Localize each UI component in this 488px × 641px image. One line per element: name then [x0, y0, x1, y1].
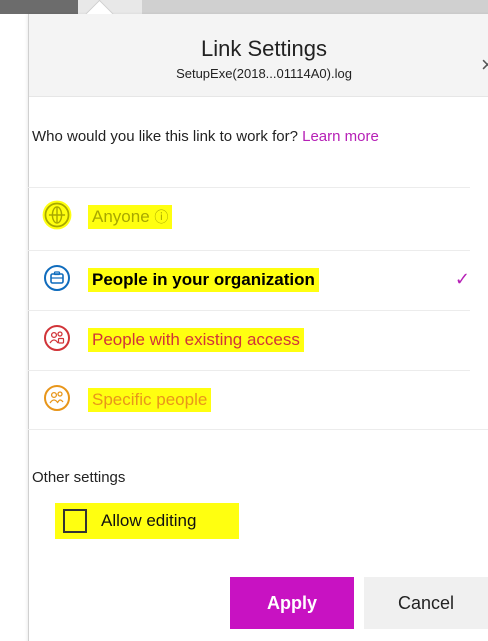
- apply-button[interactable]: Apply: [230, 577, 354, 629]
- question-text: Who would you like this link to work for…: [32, 128, 298, 145]
- option-existing-access[interactable]: People with existing access: [28, 310, 470, 369]
- allow-editing-label: Allow editing: [101, 511, 197, 530]
- dialog-header: Link Settings SetupExe(2018...01114A0).l…: [29, 14, 488, 97]
- option-anyone-text: Anyone: [92, 207, 150, 226]
- option-organization-label: People in your organization: [88, 268, 319, 292]
- people-icon: [44, 385, 70, 411]
- option-specific-people[interactable]: Specific people: [28, 370, 470, 429]
- file-name: SetupExe(2018...01114A0).log: [176, 66, 352, 81]
- share-dialog-page: Link Settings SetupExe(2018...01114A0).l…: [0, 0, 488, 641]
- selected-check-icon: ✓: [454, 269, 470, 289]
- dialog-title: Link Settings: [201, 36, 327, 61]
- allow-editing-checkbox[interactable]: [63, 509, 87, 533]
- close-icon[interactable]: ×: [481, 54, 488, 76]
- globe-icon: [42, 200, 72, 230]
- toolbar-dark-segment: [0, 0, 78, 14]
- option-anyone-label: Anyone ⓘ: [88, 205, 173, 229]
- audience-question: Who would you like this link to work for…: [32, 126, 432, 147]
- learn-more-link[interactable]: Learn more: [302, 128, 379, 145]
- other-settings-heading: Other settings: [32, 469, 126, 486]
- top-toolbar-strip: [0, 0, 488, 14]
- option-anyone[interactable]: Anyone ⓘ: [28, 187, 470, 246]
- divider: [28, 429, 488, 430]
- info-icon[interactable]: ⓘ: [154, 209, 168, 225]
- allow-editing-row[interactable]: Allow editing: [55, 503, 239, 539]
- briefcase-icon: [44, 265, 70, 291]
- people-icon: [44, 325, 70, 351]
- option-specific-people-label: Specific people: [88, 388, 212, 412]
- option-existing-access-label: People with existing access: [88, 328, 304, 352]
- option-organization[interactable]: People in your organization ✓: [28, 250, 470, 309]
- cancel-button[interactable]: Cancel: [364, 577, 488, 629]
